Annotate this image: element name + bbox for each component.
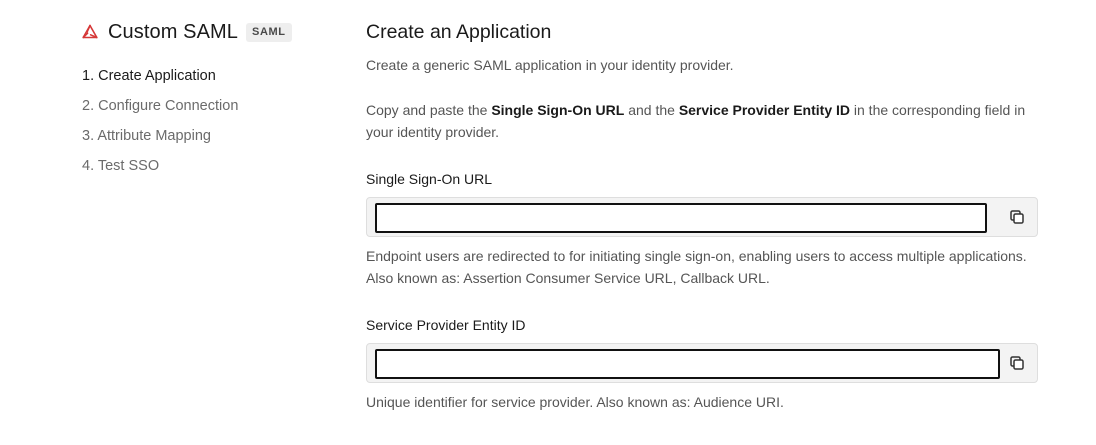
copy-sso-url-button[interactable] bbox=[1007, 208, 1027, 228]
sso-url-help-text: Endpoint users are redirected to for ini… bbox=[366, 248, 1027, 286]
main-content: Create an Application Create a generic S… bbox=[366, 18, 1038, 413]
step-configure-connection[interactable]: 2. Configure Connection bbox=[80, 96, 320, 126]
page-title: Create an Application bbox=[366, 21, 552, 43]
copy-icon bbox=[1009, 355, 1025, 374]
saml-triangle-icon bbox=[80, 22, 100, 42]
instructions-bold-entity-id: Service Provider Entity ID bbox=[678, 102, 850, 118]
step-test-sso[interactable]: 4. Test SSO bbox=[80, 156, 320, 186]
entity-id-field-container bbox=[366, 343, 1038, 383]
page: Custom SAML SAML 1. Create Application 2… bbox=[0, 0, 1096, 445]
sso-url-input[interactable] bbox=[375, 203, 987, 233]
sso-url-field-container bbox=[366, 197, 1038, 237]
copy-icon bbox=[1009, 209, 1025, 228]
entity-id-help-text: Unique identifier for service provider. … bbox=[366, 394, 784, 410]
instructions-part-2: and the bbox=[624, 102, 679, 118]
instructions-text: Copy and paste the Single Sign-On URL an… bbox=[366, 99, 1038, 143]
page-subtitle: Create a generic SAML application in you… bbox=[366, 57, 734, 73]
step-attribute-mapping[interactable]: 3. Attribute Mapping bbox=[80, 126, 320, 156]
instructions-bold-sso: Single Sign-On URL bbox=[491, 102, 625, 118]
entity-id-label: Service Provider Entity ID bbox=[366, 317, 526, 333]
step-list: 1. Create Application 2. Configure Conne… bbox=[80, 66, 320, 186]
step-create-application[interactable]: 1. Create Application bbox=[80, 66, 320, 96]
entity-id-input[interactable] bbox=[375, 349, 1000, 379]
brand-title: Custom SAML bbox=[108, 20, 239, 43]
instructions-part-1: Copy and paste the bbox=[366, 102, 492, 118]
sidebar: Custom SAML SAML 1. Create Application 2… bbox=[80, 18, 320, 186]
copy-entity-id-button[interactable] bbox=[1007, 354, 1027, 374]
sso-url-label: Single Sign-On URL bbox=[366, 171, 493, 187]
brand-header: Custom SAML SAML bbox=[80, 18, 320, 46]
protocol-badge: SAML bbox=[246, 22, 292, 42]
